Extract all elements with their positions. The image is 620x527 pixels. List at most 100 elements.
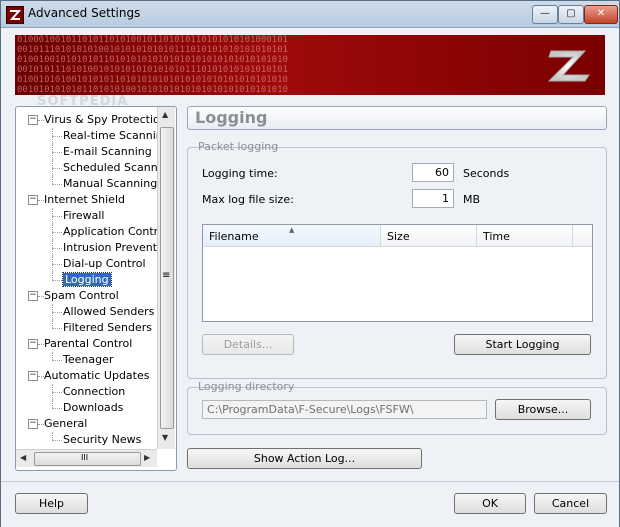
tree-collapse-icon[interactable]: − bbox=[28, 195, 38, 205]
tree-category[interactable]: Parental Control bbox=[44, 336, 132, 352]
tree-connector bbox=[52, 208, 53, 224]
tree-item-label: Virus & Spy Protection bbox=[44, 113, 167, 126]
close-button[interactable]: ✕ bbox=[584, 5, 618, 24]
tree-item-label: Filtered Senders bbox=[63, 321, 152, 334]
tree-item[interactable]: Allowed Senders bbox=[63, 304, 154, 320]
tree-category[interactable]: Spam Control bbox=[44, 288, 119, 304]
start-logging-button[interactable]: Start Logging bbox=[454, 334, 591, 355]
tree-item[interactable]: Application Control bbox=[63, 224, 168, 240]
horizontal-scroll-thumb[interactable]: III bbox=[34, 452, 141, 466]
tree-connector bbox=[52, 360, 62, 361]
tree-category[interactable]: Automatic Updates bbox=[44, 368, 149, 384]
show-action-log-button[interactable]: Show Action Log... bbox=[187, 448, 422, 469]
tree-category[interactable]: Internet Shield bbox=[44, 192, 125, 208]
tree-connector bbox=[52, 128, 53, 144]
title-bar[interactable]: Advanced Settings — ▢ ✕ bbox=[1, 1, 619, 28]
tree-connector bbox=[52, 384, 53, 400]
tree-connector bbox=[52, 176, 53, 184]
tree-collapse-icon[interactable]: − bbox=[28, 339, 38, 349]
tree-horizontal-scrollbar[interactable]: ◀ III ▶ bbox=[16, 449, 157, 467]
app-logo-icon bbox=[6, 6, 24, 24]
tree-collapse-icon[interactable]: − bbox=[28, 419, 38, 429]
scroll-left-arrow-icon[interactable]: ◀ bbox=[20, 453, 26, 462]
column-header-filename[interactable]: Filename ▲ bbox=[203, 225, 381, 247]
tree-connector bbox=[52, 328, 62, 329]
tree-collapse-icon[interactable]: − bbox=[28, 371, 38, 381]
tree-item[interactable]: Firewall bbox=[63, 208, 104, 224]
details-button[interactable]: Details... bbox=[202, 334, 294, 355]
f-secure-logo-icon bbox=[547, 50, 590, 82]
column-label: Size bbox=[387, 230, 410, 243]
advanced-settings-window: Advanced Settings — ▢ ✕ 0100010010110101… bbox=[0, 0, 620, 527]
tree-item[interactable]: Real-time Scanning bbox=[63, 128, 170, 144]
tree-item[interactable]: Dial-up Control bbox=[63, 256, 146, 272]
tree-connector bbox=[52, 352, 53, 360]
tree-item[interactable]: Filtered Senders bbox=[63, 320, 152, 336]
tree-item-label: Logging bbox=[62, 272, 112, 287]
help-button[interactable]: Help bbox=[15, 493, 88, 514]
tree-connector bbox=[52, 152, 62, 153]
vertical-scroll-thumb[interactable]: ≡ bbox=[160, 127, 174, 429]
column-label: Time bbox=[483, 230, 510, 243]
tree-connector bbox=[52, 224, 53, 240]
tree-item-label: Downloads bbox=[63, 401, 124, 414]
tree-connector bbox=[52, 256, 53, 272]
maximize-button[interactable]: ▢ bbox=[558, 5, 584, 24]
packet-logging-legend: Packet logging bbox=[198, 140, 279, 153]
tree-connector bbox=[52, 304, 53, 320]
tree-item-label: Parental Control bbox=[44, 337, 133, 350]
tree-connector bbox=[52, 232, 62, 233]
logging-time-label: Logging time: bbox=[202, 167, 278, 180]
column-header-filler bbox=[573, 225, 592, 247]
tree-item-label: Automatic Updates bbox=[44, 369, 150, 382]
tree-item[interactable]: Manual Scanning bbox=[63, 176, 157, 192]
tree-connector bbox=[52, 312, 62, 313]
page-title: Logging bbox=[195, 108, 268, 127]
ok-button[interactable]: OK bbox=[454, 493, 526, 514]
tree-connector bbox=[52, 280, 62, 281]
tree-collapse-icon[interactable]: − bbox=[28, 291, 38, 301]
tree-item[interactable]: Logging bbox=[62, 272, 112, 288]
dialog-footer bbox=[1, 481, 619, 527]
tree-vertical-scrollbar[interactable]: ▲ ≡ ▼ bbox=[157, 107, 175, 449]
tree-connector bbox=[52, 184, 62, 185]
sort-ascending-icon: ▲ bbox=[289, 226, 295, 234]
tree-connector bbox=[52, 400, 53, 408]
tree-connector bbox=[52, 168, 62, 169]
scroll-down-arrow-icon[interactable]: ▼ bbox=[162, 433, 168, 442]
browse-button[interactable]: Browse... bbox=[495, 399, 591, 420]
tree-item-label: Dial-up Control bbox=[63, 257, 146, 270]
settings-tree[interactable]: − Virus & Spy Protection Real-time Scannin… bbox=[15, 106, 177, 471]
tree-item[interactable]: Downloads bbox=[63, 400, 123, 416]
tree-item[interactable]: Connection bbox=[63, 384, 125, 400]
scroll-right-arrow-icon[interactable]: ▶ bbox=[144, 453, 150, 462]
tree-item[interactable]: Security News bbox=[63, 432, 141, 448]
page-header: Logging bbox=[187, 106, 607, 130]
column-header-time[interactable]: Time bbox=[477, 225, 573, 247]
tree-category[interactable]: Virus & Spy Protection bbox=[44, 112, 167, 128]
tree-item-label: Firewall bbox=[63, 209, 105, 222]
logging-time-unit: Seconds bbox=[463, 167, 510, 180]
max-log-size-input[interactable]: 1 bbox=[412, 189, 454, 208]
tree-item-label: Teenager bbox=[63, 353, 114, 366]
tree-category[interactable]: General bbox=[44, 416, 87, 432]
log-files-list[interactable]: Filename ▲ Size Time bbox=[202, 224, 593, 322]
tree-item[interactable]: E-mail Scanning bbox=[63, 144, 152, 160]
tree-connector bbox=[52, 264, 62, 265]
tree-item-label: Internet Shield bbox=[44, 193, 125, 206]
tree-item-label: Allowed Senders bbox=[63, 305, 155, 318]
tree-collapse-icon[interactable]: − bbox=[28, 115, 38, 125]
column-header-size[interactable]: Size bbox=[381, 225, 477, 247]
tree-connector bbox=[52, 392, 62, 393]
cancel-button[interactable]: Cancel bbox=[534, 493, 607, 514]
tree-item[interactable]: Teenager bbox=[63, 352, 113, 368]
logging-time-input[interactable]: 60 bbox=[412, 163, 454, 182]
minimize-button[interactable]: — bbox=[532, 5, 558, 24]
scroll-up-arrow-icon[interactable]: ▲ bbox=[162, 110, 168, 119]
logging-directory-path: C:\ProgramData\F-Secure\Logs\FSFW\ bbox=[202, 400, 487, 419]
max-log-size-label: Max log file size: bbox=[202, 193, 294, 206]
header-banner: 0100010010110101101010010110101011010101… bbox=[15, 35, 605, 95]
tree-item-label: General bbox=[44, 417, 88, 430]
tree-connector bbox=[52, 432, 53, 440]
logging-directory-legend: Logging directory bbox=[198, 380, 295, 393]
